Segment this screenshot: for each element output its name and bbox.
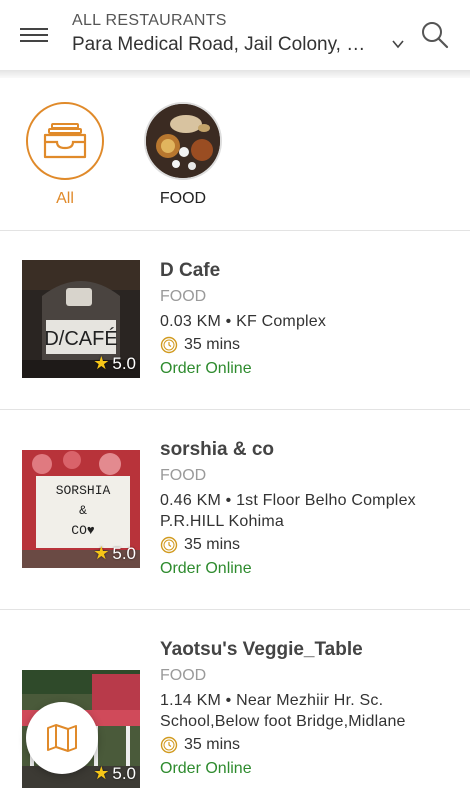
timer-icon: [160, 336, 178, 354]
thumb-text-2: &: [79, 503, 87, 518]
rating-value: 5.0: [112, 763, 136, 783]
map-view-button[interactable]: [26, 702, 98, 774]
timer-icon: [160, 536, 178, 554]
restaurant-info: sorshia & co FOOD 0.46 KM • 1st Floor Be…: [160, 438, 460, 579]
star-icon: ★: [93, 763, 110, 783]
location-label: ALL RESTAURANTS: [72, 12, 227, 29]
restaurant-card-sorshia[interactable]: SORSHIA & CO♥ ★ 5.0 sorshia & co FOOD 0.…: [0, 410, 470, 609]
restaurant-address: 1.14 KM • Near Mezhiir Hr. Sc. School,Be…: [160, 690, 460, 732]
star-icon: ★: [93, 543, 110, 563]
rating-badge: ★ 5.0: [93, 353, 136, 374]
address-line-2: P.R.HILL Kohima: [160, 513, 284, 530]
order-online-link[interactable]: Order Online: [160, 759, 460, 779]
search-icon[interactable]: [420, 20, 450, 50]
delivery-time: 35 mins: [160, 335, 460, 355]
thumb-text-1: SORSHIA: [56, 483, 111, 498]
thumb-text-3: CO♥: [71, 523, 95, 538]
restaurant-thumbnail: D/CAFÉ ★ 5.0: [22, 260, 140, 378]
order-online-link[interactable]: Order Online: [160, 359, 460, 379]
address-line-2: School,Below foot Bridge,Midlane: [160, 713, 406, 730]
category-food-label: FOOD: [159, 190, 207, 207]
delivery-time-text: 35 mins: [184, 536, 241, 553]
delivery-time: 35 mins: [160, 535, 460, 555]
rating-value: 5.0: [112, 543, 136, 563]
rating-badge: ★ 5.0: [93, 763, 136, 784]
restaurant-category: FOOD: [160, 467, 207, 484]
delivery-time: 35 mins: [160, 735, 460, 755]
restaurant-name: D Cafe: [160, 260, 221, 281]
restaurant-name: Yaotsu's Veggie_Table: [160, 639, 363, 660]
location-selector[interactable]: Para Medical Road, Jail Colony, …: [72, 34, 390, 56]
rating-badge: ★ 5.0: [93, 543, 136, 564]
restaurant-address: 0.03 KM • KF Complex: [160, 313, 327, 330]
rating-value: 5.0: [112, 353, 136, 373]
timer-icon: [160, 736, 178, 754]
thumb-logo-text: D/CAFÉ: [44, 327, 117, 350]
header-shadow: [0, 70, 470, 78]
category-food[interactable]: FOOD: [140, 102, 226, 208]
map-icon: [47, 724, 77, 752]
order-online-link[interactable]: Order Online: [160, 559, 460, 579]
hamburger-menu-icon[interactable]: [20, 24, 48, 46]
restaurant-info: D Cafe FOOD 0.03 KM • KF Complex 35 mins…: [160, 259, 460, 379]
restaurant-category: FOOD: [160, 667, 207, 684]
category-all[interactable]: All: [22, 102, 108, 208]
address-line-1: 1.14 KM • Near Mezhiir Hr. Sc.: [160, 692, 384, 709]
food-photo-graphic: [146, 104, 220, 178]
box-tray-icon: [43, 123, 87, 159]
chevron-down-icon[interactable]: [391, 37, 405, 51]
category-all-label: All: [56, 190, 74, 207]
restaurant-thumbnail: SORSHIA & CO♥ ★ 5.0: [22, 450, 140, 568]
restaurant-info: Yaotsu's Veggie_Table FOOD 1.14 KM • Nea…: [160, 638, 460, 779]
food-photo: [144, 102, 222, 180]
restaurant-address: 0.46 KM • 1st Floor Belho Complex P.R.HI…: [160, 490, 460, 532]
restaurant-card-d-cafe[interactable]: D/CAFÉ ★ 5.0 D Cafe FOOD 0.03 KM • KF Co…: [0, 231, 470, 409]
category-all-circle: [26, 102, 104, 180]
app-header: ALL RESTAURANTS Para Medical Road, Jail …: [0, 0, 470, 72]
delivery-time-text: 35 mins: [184, 336, 241, 353]
restaurant-name: sorshia & co: [160, 439, 275, 460]
category-strip: All FOOD: [0, 84, 470, 230]
restaurant-category: FOOD: [160, 288, 207, 305]
star-icon: ★: [93, 353, 110, 373]
delivery-time-text: 35 mins: [184, 736, 241, 753]
address-line-1: 0.46 KM • 1st Floor Belho Complex: [160, 492, 416, 509]
